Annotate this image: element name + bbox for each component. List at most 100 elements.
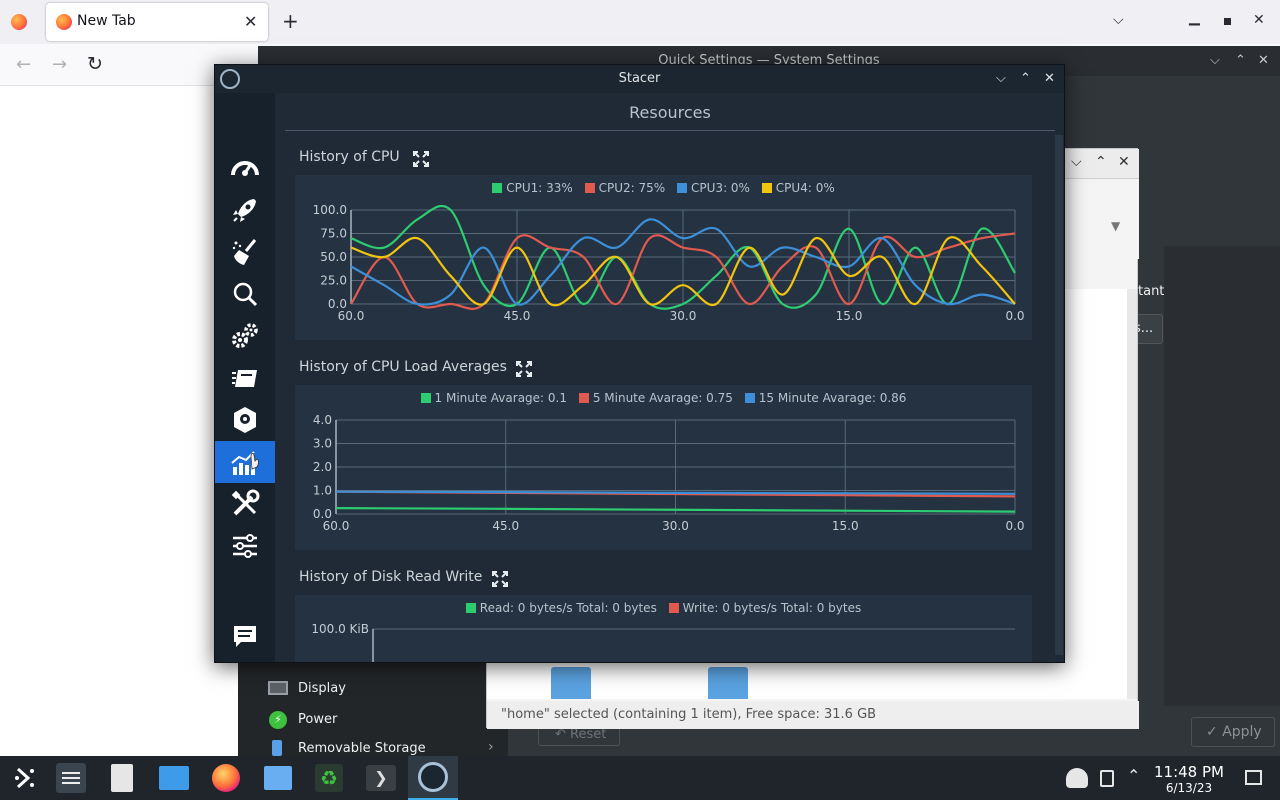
y-tick-label: 75.0 xyxy=(320,227,347,241)
minimize-icon[interactable]: ▁ xyxy=(1189,10,1200,26)
dashboard-icon xyxy=(231,161,259,176)
tab-title: New Tab xyxy=(77,13,136,29)
sidebar-item-resources[interactable] xyxy=(215,441,275,483)
task-text-editor[interactable] xyxy=(97,756,147,800)
close-tab-icon[interactable]: ✕ xyxy=(244,12,257,31)
clipboard-icon[interactable] xyxy=(1100,770,1114,787)
sidebar-item-startup-apps[interactable] xyxy=(215,189,275,231)
stacer-sidebar xyxy=(215,93,275,662)
apply-button[interactable]: ✓ Apply xyxy=(1191,717,1275,747)
sidebar-item-processes[interactable] xyxy=(215,357,275,399)
x-tick-label: 30.0 xyxy=(670,309,697,323)
reload-icon[interactable]: ↻ xyxy=(87,53,103,75)
task-system-settings[interactable] xyxy=(46,756,96,800)
stacer-scrollbar[interactable] xyxy=(1055,135,1063,655)
sidebar-item-services[interactable] xyxy=(215,315,275,357)
stacer-tray-icon[interactable] xyxy=(1066,768,1088,788)
task-stacer[interactable] xyxy=(408,756,458,800)
feedback-icon xyxy=(234,626,256,647)
apply-check-icon: ✓ xyxy=(1206,724,1218,740)
removable-storage-item[interactable]: Removable Storage › xyxy=(260,738,505,758)
removable-storage-label: Removable Storage xyxy=(298,741,426,756)
sidebar-item-helpers[interactable] xyxy=(215,483,275,525)
sidebar-item-feedback[interactable] xyxy=(215,615,275,657)
display-item[interactable]: Display xyxy=(260,678,346,700)
y-tick-label: 50.0 xyxy=(320,250,347,264)
y-tick-label: 100.0 xyxy=(313,203,347,217)
sidebar-item-system-cleaner[interactable] xyxy=(215,231,275,273)
clock[interactable]: 11:48 PM 6/13/23 xyxy=(1150,763,1228,796)
x-tick-label: 60.0 xyxy=(323,519,350,533)
load-chart-panel: 1 Minute Avarage: 0.1 5 Minute Avarage: … xyxy=(295,385,1032,550)
stacer-resources-page: Resources History of CPU CPU1: 33% CPU2:… xyxy=(275,93,1064,662)
folder-icon[interactable] xyxy=(551,667,591,699)
system-cleaner-icon xyxy=(232,239,257,265)
sys-maximize-icon[interactable]: ⌃ xyxy=(1235,46,1246,76)
stacer-app-icon xyxy=(220,69,240,89)
dolphin-close-icon[interactable]: ✕ xyxy=(1118,154,1130,170)
sys-partial-label: tant xyxy=(1138,284,1165,299)
folder-icon[interactable] xyxy=(708,667,748,699)
apply-label: Apply xyxy=(1222,724,1262,740)
page-title: Resources xyxy=(285,93,1055,131)
firefox-tab-icon xyxy=(56,14,72,30)
cpu-panel-title: History of CPU xyxy=(299,149,400,165)
sidebar-item-settings[interactable] xyxy=(215,525,275,567)
task-file-manager[interactable] xyxy=(253,756,303,800)
expand-icon[interactable] xyxy=(515,360,533,378)
expand-icon[interactable] xyxy=(412,150,430,168)
clock-time: 11:48 PM xyxy=(1154,763,1224,781)
folder-icon xyxy=(159,766,189,790)
launcher-icon xyxy=(15,767,34,789)
task-discover[interactable]: ♻ xyxy=(304,756,354,800)
task-dolphin[interactable] xyxy=(149,756,199,800)
reset-label: Reset xyxy=(570,727,607,742)
services-icon xyxy=(232,323,258,348)
maximize-icon[interactable] xyxy=(1224,18,1231,25)
power-item[interactable]: ⚡ Power xyxy=(260,708,338,730)
folder-open-icon xyxy=(264,766,292,790)
new-tab-button[interactable]: + xyxy=(282,9,299,33)
stacer-close-icon[interactable]: ✕ xyxy=(1044,65,1055,93)
y-tick-label: 1.0 xyxy=(313,484,332,498)
display-label: Display xyxy=(298,681,346,696)
x-tick-label: 45.0 xyxy=(492,519,519,533)
sys-close-icon[interactable]: ✕ xyxy=(1258,46,1269,76)
power-label: Power xyxy=(298,712,338,727)
application-launcher[interactable] xyxy=(0,756,50,800)
dolphin-maximize-icon[interactable]: ⌃ xyxy=(1095,154,1107,170)
cpu-chart-panel: CPU1: 33% CPU2: 75% CPU3: 0% CPU4: 0% 10… xyxy=(295,175,1032,340)
stacer-minimize-icon[interactable]: ⌵ xyxy=(996,65,1006,93)
disk-panel-title: History of Disk Read Write xyxy=(299,569,483,585)
sidebar-item-search[interactable] xyxy=(215,273,275,315)
list-tabs-chevron-icon[interactable]: ⌵ xyxy=(1113,12,1124,28)
show-desktop-icon[interactable] xyxy=(1245,770,1262,785)
task-terminal[interactable]: ❯ xyxy=(356,756,406,800)
load-chart: 4.03.02.01.00.060.0 45.0 30.0 15.0 0.0 xyxy=(313,413,1025,533)
dolphin-dropdown-icon[interactable]: ▼ xyxy=(1111,219,1120,233)
tray-expand-icon[interactable]: ⌃ xyxy=(1127,766,1140,785)
dolphin-scrollbar[interactable] xyxy=(1127,289,1137,699)
sys-partial-button[interactable]: s... xyxy=(1134,314,1163,344)
close-window-icon[interactable]: ✕ xyxy=(1253,12,1265,28)
y-tick-label: 4.0 xyxy=(313,413,332,427)
helpers-icon xyxy=(231,489,260,516)
sidebar-item-dashboard[interactable] xyxy=(215,147,275,189)
sidebar-item-uninstaller[interactable] xyxy=(215,399,275,441)
firefox-tabstrip: New Tab ✕ + ⌵ ▁ ✕ xyxy=(0,0,1280,44)
stacer-icon xyxy=(418,762,448,792)
tab-new-tab[interactable]: New Tab ✕ xyxy=(46,3,268,41)
task-firefox[interactable] xyxy=(201,756,251,800)
back-icon[interactable]: ← xyxy=(16,54,31,75)
sys-minimize-icon[interactable]: ⌵ xyxy=(1210,46,1220,76)
expand-icon[interactable] xyxy=(491,570,509,588)
dolphin-minimize-icon[interactable]: ⌵ xyxy=(1071,154,1082,170)
forward-icon[interactable]: → xyxy=(52,54,67,75)
load-panel-title: History of CPU Load Averages xyxy=(299,359,507,375)
settings-sliders-icon xyxy=(56,763,86,793)
stacer-maximize-icon[interactable]: ⌃ xyxy=(1020,65,1031,93)
y-tick-label: 2.0 xyxy=(313,460,332,474)
reset-icon: ↶ xyxy=(555,727,566,742)
firefox-logo-icon[interactable] xyxy=(11,14,27,30)
resources-icon xyxy=(231,451,259,475)
